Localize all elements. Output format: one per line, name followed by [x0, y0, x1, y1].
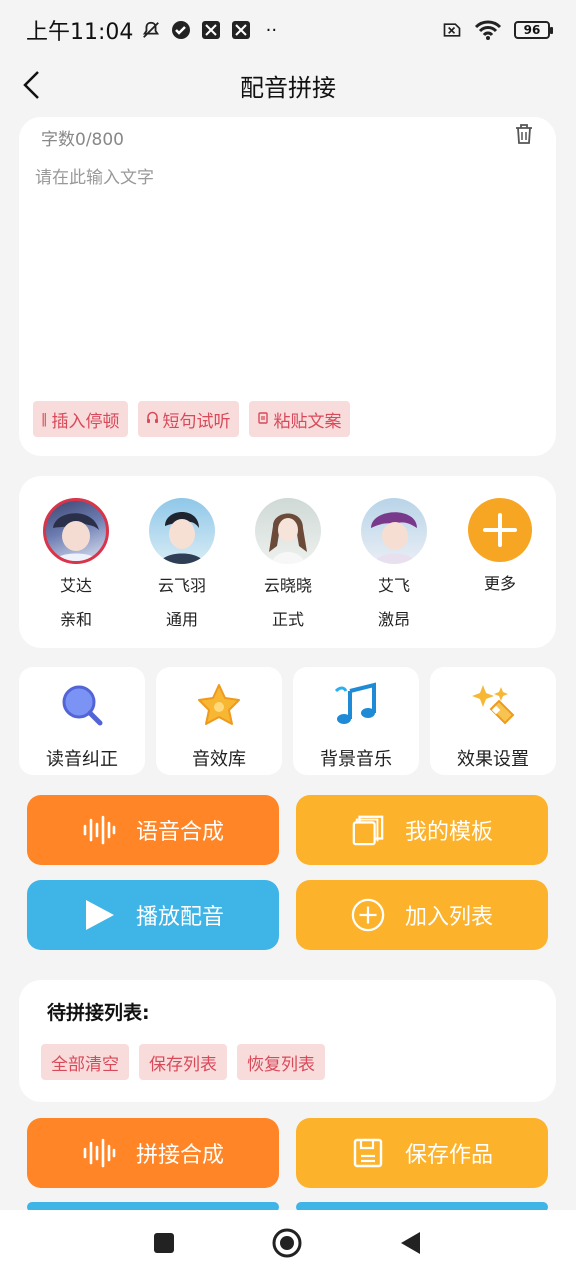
plus-circle-icon [351, 898, 385, 932]
word-count: 字数0/800 [41, 130, 124, 150]
voice-tag: 激昂 [377, 610, 410, 629]
insert-pause-button[interactable]: ‖ 插入停顿 [33, 401, 128, 437]
avatar [255, 498, 321, 564]
voice-name: 云晓晓 [263, 576, 312, 595]
paste-text-button[interactable]: 粘贴文案 [248, 401, 350, 437]
voice-name: 艾达 [59, 576, 92, 595]
voice-item-aifei[interactable]: 艾飞 激昂 [349, 498, 439, 630]
insert-pause-label: 插入停顿 [51, 411, 120, 432]
paste-icon [257, 411, 270, 428]
more-voices-button[interactable]: 更多 [455, 498, 545, 594]
battery-icon: 96 [514, 21, 553, 39]
star-icon [195, 681, 243, 729]
tool-label: 背景音乐 [320, 749, 392, 770]
add-to-list-label: 加入列表 [404, 905, 493, 930]
app-icon [231, 20, 251, 40]
sim-x-icon [442, 20, 462, 40]
avatar [149, 498, 215, 564]
pending-list-title: 待拼接列表: [47, 1002, 150, 1024]
waveform-icon [82, 1136, 116, 1170]
tool-label: 效果设置 [457, 749, 529, 770]
plus-icon [468, 498, 532, 562]
voice-tag: 正式 [271, 610, 304, 629]
voice-tag: 亲和 [59, 610, 92, 629]
voice-item-yunxiaoxiao[interactable]: 云晓晓 正式 [243, 498, 333, 630]
system-navigation-bar [0, 1210, 576, 1280]
navigation-bar: 配音拼接 [0, 60, 576, 110]
text-editor-card[interactable]: 字数0/800 请在此输入文字 ‖ 插入停顿 短句试听 粘贴文案 [19, 117, 556, 456]
magnifier-icon [58, 681, 106, 729]
merge-synthesize-button[interactable]: 拼接合成 [27, 1118, 279, 1188]
pause-icon: ‖ [41, 411, 48, 427]
voice-item-aida[interactable]: 艾达 亲和 [31, 498, 121, 630]
preview-sentence-label: 短句试听 [162, 411, 231, 432]
check-circle-icon [171, 20, 191, 40]
save-icon [351, 1136, 385, 1170]
copy-icon [351, 813, 385, 847]
sound-effects-button[interactable]: 音效库 [156, 667, 282, 775]
trash-icon[interactable] [514, 123, 534, 145]
editor-chip-row: ‖ 插入停顿 短句试听 粘贴文案 [33, 401, 350, 437]
more-dots-icon: ·· [265, 19, 278, 41]
recent-apps-icon[interactable] [152, 1231, 176, 1259]
status-time: 上午11:04 [26, 20, 134, 45]
tool-label: 音效库 [192, 749, 246, 770]
pending-list-card: 待拼接列表: 全部清空 保存列表 恢复列表 [19, 980, 556, 1102]
merge-synthesize-label: 拼接合成 [135, 1143, 224, 1168]
background-music-button[interactable]: 背景音乐 [293, 667, 419, 775]
avatar [361, 498, 427, 564]
my-templates-button[interactable]: 我的模板 [296, 795, 548, 865]
mute-icon [141, 20, 161, 40]
app-icon [201, 20, 221, 40]
voice-name: 艾飞 [377, 576, 410, 595]
voice-name: 云飞羽 [157, 576, 206, 595]
voice-tag: 通用 [165, 610, 198, 629]
synthesize-button[interactable]: 语音合成 [27, 795, 279, 865]
tool-label: 读音纠正 [46, 749, 118, 770]
save-list-button[interactable]: 保存列表 [139, 1044, 227, 1080]
play-icon [82, 898, 116, 932]
pronunciation-correction-button[interactable]: 读音纠正 [19, 667, 145, 775]
back-triangle-icon[interactable] [398, 1230, 424, 1260]
wifi-icon [474, 20, 502, 40]
pending-chip-row: 全部清空 保存列表 恢复列表 [41, 1044, 325, 1080]
save-work-label: 保存作品 [404, 1143, 493, 1168]
voice-selector-card: 艾达 亲和 云飞羽 通用 云晓晓 正式 艾飞 激昂 更多 [19, 476, 556, 648]
play-dubbing-button[interactable]: 播放配音 [27, 880, 279, 950]
home-icon[interactable] [272, 1228, 302, 1262]
music-note-icon [332, 681, 380, 729]
clear-all-button[interactable]: 全部清空 [41, 1044, 129, 1080]
synthesize-label: 语音合成 [135, 820, 224, 845]
paste-text-label: 粘贴文案 [273, 411, 342, 432]
add-to-list-button[interactable]: 加入列表 [296, 880, 548, 950]
waveform-icon [82, 813, 116, 847]
headphones-icon [146, 411, 159, 428]
preview-sentence-button[interactable]: 短句试听 [137, 401, 239, 437]
avatar [43, 498, 109, 564]
page-title: 配音拼接 [240, 74, 336, 102]
effect-settings-button[interactable]: 效果设置 [430, 667, 556, 775]
restore-list-button[interactable]: 恢复列表 [237, 1044, 325, 1080]
save-work-button[interactable]: 保存作品 [296, 1118, 548, 1188]
voice-item-yunfeiyu[interactable]: 云飞羽 通用 [137, 498, 227, 630]
text-input[interactable]: 请在此输入文字 [35, 163, 154, 188]
more-voices-label: 更多 [483, 574, 516, 593]
sparkle-wand-icon [469, 681, 517, 729]
play-dubbing-label: 播放配音 [135, 905, 224, 930]
my-templates-label: 我的模板 [404, 820, 493, 845]
status-bar: 上午11:04 ·· 96 [0, 0, 576, 60]
